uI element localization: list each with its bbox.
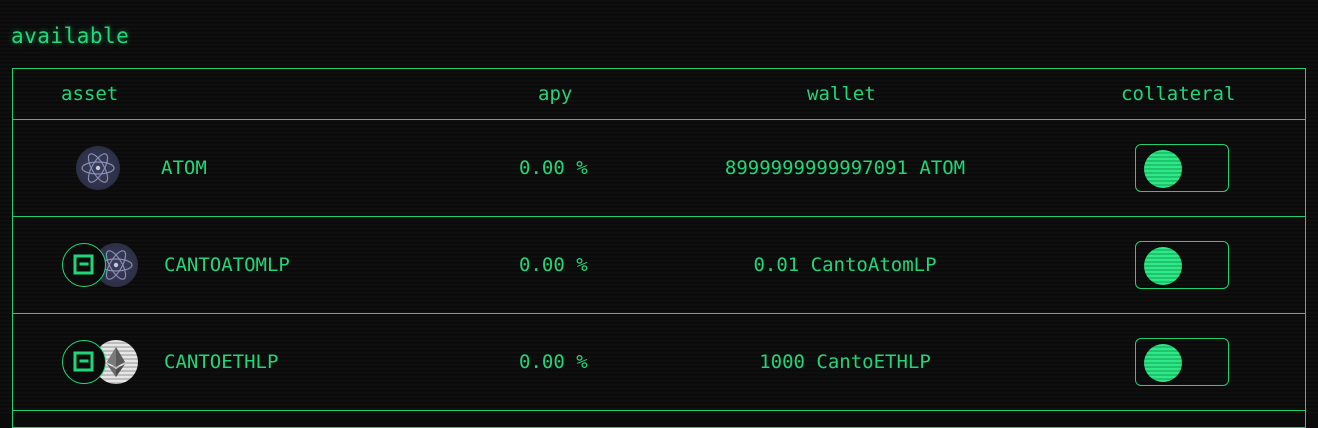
- asset-apy: 0.00 %: [519, 157, 588, 179]
- asset-name: CANTOATOMLP: [164, 254, 290, 276]
- header-wallet[interactable]: wallet: [807, 83, 876, 105]
- atom-icon: [76, 146, 120, 190]
- collateral-toggle[interactable]: [1135, 338, 1229, 386]
- toggle-knob: [1144, 247, 1182, 285]
- wallet-balance: 0.01 CantoAtomLP: [753, 254, 937, 276]
- asset-name: CANTOETHLP: [164, 351, 279, 373]
- header-asset[interactable]: asset: [61, 83, 118, 105]
- asset-apy: 0.00 %: [519, 254, 588, 276]
- collateral-toggle[interactable]: [1135, 241, 1229, 289]
- table-row[interactable]: ATOM 0.00 % 8999999999997091 ATOM: [13, 120, 1305, 217]
- available-assets-table: asset apy wallet collateral ATOM 0.00 % …: [12, 68, 1306, 428]
- wallet-balance: 8999999999997091 ATOM: [724, 157, 966, 179]
- header-apy[interactable]: apy: [538, 83, 572, 105]
- wallet-balance: 1000 CantoETHLP: [759, 351, 931, 373]
- canto-icon: [62, 243, 106, 287]
- asset-name: ATOM: [161, 157, 207, 179]
- section-title: available: [11, 24, 130, 48]
- canto-icon: [62, 340, 106, 384]
- table-header: asset apy wallet collateral: [13, 69, 1305, 120]
- table-row[interactable]: CANTOATOMLP 0.00 % 0.01 CantoAtomLP: [13, 217, 1305, 314]
- table-row[interactable]: CANTOETHLP 0.00 % 1000 CantoETHLP: [13, 314, 1305, 411]
- collateral-toggle[interactable]: [1135, 144, 1229, 192]
- header-collateral[interactable]: collateral: [1121, 83, 1235, 105]
- asset-apy: 0.00 %: [519, 351, 588, 373]
- toggle-knob: [1144, 344, 1182, 382]
- toggle-knob: [1144, 150, 1182, 188]
